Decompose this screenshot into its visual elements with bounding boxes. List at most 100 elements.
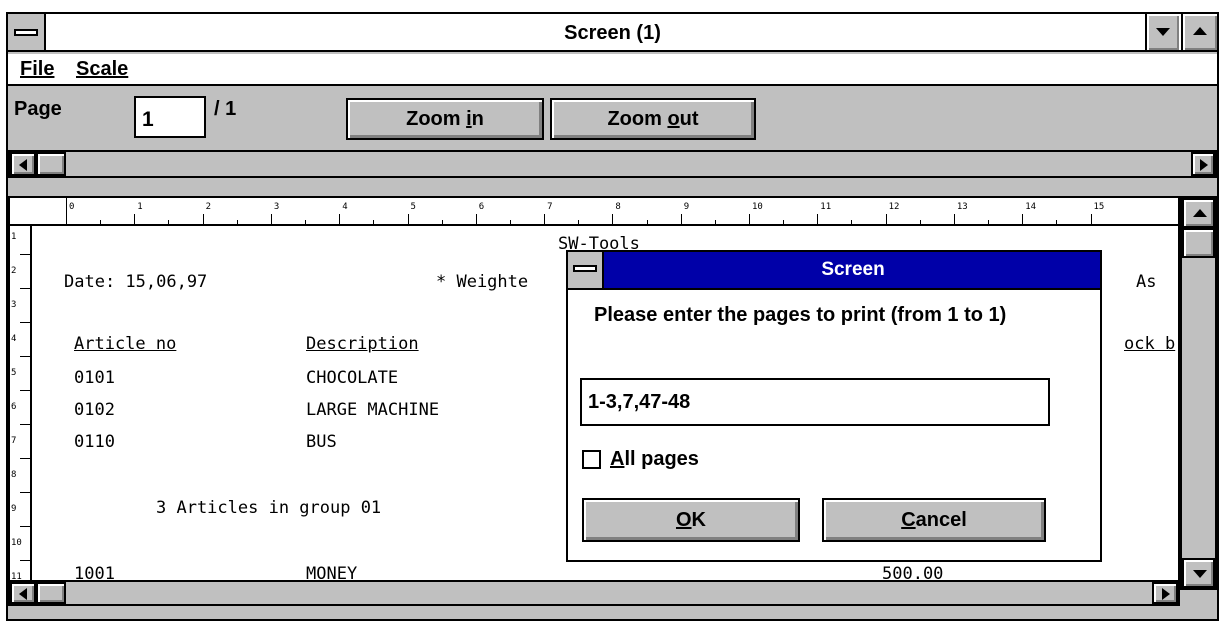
ruler-tick [20, 390, 32, 391]
table-row-description: LARGE MACHINE [306, 400, 440, 420]
top-horizontal-scrollbar[interactable] [8, 150, 1217, 178]
ruler-tick-label: 11 [820, 202, 832, 212]
ruler-tick [202, 214, 204, 226]
ruler-tick-label: 6 [478, 202, 485, 212]
menu-scale[interactable]: Scale [76, 58, 128, 81]
all-pages-checkbox[interactable] [582, 450, 601, 469]
scroll-up-icon [1193, 209, 1207, 217]
ruler-tick-label: 1 [137, 202, 143, 212]
all-pages-label-text: All pages [610, 448, 699, 470]
scroll-left-button[interactable] [10, 582, 36, 604]
ruler-subtick [851, 220, 853, 226]
ruler-tick-label: 10 [752, 202, 763, 212]
ruler-tick [20, 288, 32, 289]
ruler-tick-label: 2 [205, 202, 212, 212]
minimize-icon [1156, 28, 1170, 36]
vertical-scrollbar[interactable] [1180, 196, 1217, 590]
zoom-out-button[interactable]: Zoom out [550, 98, 756, 140]
ruler-subtick [305, 220, 307, 226]
scroll-down-icon [1193, 570, 1207, 578]
report-date: Date: 15,06,97 [64, 272, 208, 292]
scroll-thumb[interactable] [36, 582, 66, 604]
ruler-tick [270, 214, 272, 226]
ruler-subtick [168, 220, 170, 226]
system-menu-icon[interactable] [8, 14, 46, 50]
ruler-subtick [1056, 220, 1058, 226]
all-pages-label[interactable]: All pages [610, 448, 699, 471]
ruler-tick-label: 5 [410, 202, 416, 212]
ruler-subtick [236, 220, 238, 226]
ruler-tick-label: 8 [615, 202, 621, 212]
vertical-ruler: 1 2 3 4 5 6 7 8 9 10 11 [10, 226, 32, 588]
scroll-right-button[interactable] [1191, 152, 1215, 176]
scroll-left-button[interactable] [10, 152, 36, 176]
ruler-subtick [646, 220, 648, 226]
ruler-tick-label: 9 [683, 202, 690, 212]
system-menu-icon[interactable] [568, 252, 604, 288]
ruler-tick [20, 322, 32, 323]
menu-file[interactable]: File [20, 58, 54, 81]
ruler-subtick [783, 220, 785, 226]
ruler-tick-label: 14 [1025, 202, 1037, 212]
ruler-tick-label: 1 [11, 232, 17, 242]
ruler-tick [339, 214, 341, 226]
ruler-tick [407, 214, 409, 226]
ruler-tick [20, 424, 32, 425]
ruler-tick-label: 10 [11, 538, 22, 548]
cancel-button[interactable]: Cancel [822, 498, 1046, 542]
ruler-tick [20, 254, 32, 255]
ruler-tick [885, 214, 887, 226]
ruler-tick [20, 492, 32, 493]
scroll-right-icon [1162, 588, 1170, 600]
scroll-right-button[interactable] [1152, 582, 1178, 604]
zoom-in-button[interactable]: Zoom in [346, 98, 544, 140]
column-header-description: Description [306, 334, 419, 354]
ruler-subtick [373, 220, 375, 226]
table-row-article: 0110 [74, 432, 115, 452]
report-title-fragment: * Weighte [436, 272, 529, 292]
maximize-button[interactable] [1181, 14, 1217, 50]
minimize-button[interactable] [1145, 14, 1179, 50]
ruler-tick [544, 214, 546, 226]
maximize-icon [1193, 27, 1207, 35]
ruler-tick [749, 214, 750, 226]
ruler-subtick [988, 220, 990, 226]
ruler-tick [475, 214, 477, 226]
scroll-down-button[interactable] [1182, 558, 1215, 588]
ruler-tick [20, 526, 32, 527]
ruler-tick-label: 4 [342, 202, 348, 212]
bottom-horizontal-scrollbar[interactable] [8, 580, 1180, 606]
ruler-subtick [100, 220, 102, 226]
ruler-tick-label: 8 [11, 470, 17, 480]
ruler-tick-label: 7 [547, 202, 553, 212]
ruler-subtick [509, 220, 511, 226]
ruler-tick [1090, 214, 1092, 226]
ruler-tick-label: 9 [11, 504, 17, 514]
group-summary: 3 Articles in group 01 [156, 498, 382, 518]
table-row-description: BUS [306, 432, 337, 452]
ruler-tick [817, 214, 819, 226]
ruler-tick-label: 3 [273, 202, 280, 212]
ruler-tick-label: 2 [11, 266, 17, 276]
scroll-left-icon [19, 159, 27, 171]
page-total: / 1 [214, 98, 237, 120]
pages-input[interactable]: 1-3,7,47-48 [580, 378, 1050, 426]
ruler-tick-label: 5 [11, 368, 17, 378]
ruler-subtick [578, 220, 580, 226]
menu-bar: File Scale [8, 54, 1217, 86]
ruler-tick-label: 0 [69, 202, 75, 212]
menu-scale-label: Scale [76, 58, 129, 80]
ruler-tick [134, 214, 136, 226]
scroll-left-icon [19, 588, 27, 600]
scroll-right-icon [1200, 159, 1208, 171]
table-row-description: CHOCOLATE [306, 368, 399, 388]
ruler-tick [680, 214, 682, 226]
scroll-up-button[interactable] [1182, 198, 1215, 228]
column-header-stock-fragment: ock b [1124, 334, 1176, 354]
ok-button[interactable]: OK [582, 498, 800, 542]
scroll-thumb[interactable] [36, 152, 66, 176]
vertical-scroll-thumb[interactable] [1182, 228, 1215, 258]
ruler-tick-label: 7 [11, 436, 17, 446]
dialog-title: Screen [821, 259, 885, 280]
page-number-input[interactable]: 1 [134, 96, 206, 138]
